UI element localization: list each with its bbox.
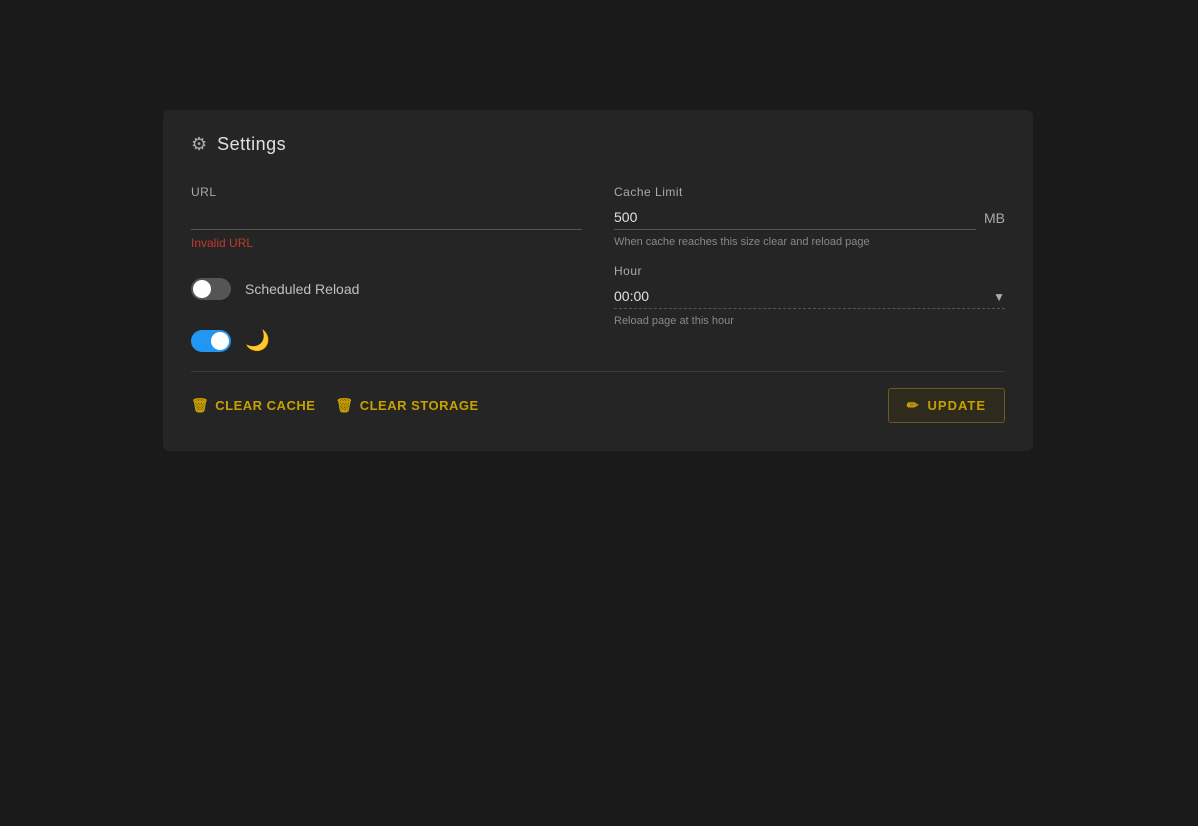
settings-title: Settings <box>217 134 286 155</box>
clear-cache-label: CLEAR CACHE <box>215 398 315 413</box>
hour-helper: Reload page at this hour <box>614 315 1005 327</box>
update-button[interactable]: ✏ UPDATE <box>888 388 1005 423</box>
url-field-group: URL Invalid URL <box>191 185 582 250</box>
scheduled-reload-label: Scheduled Reload <box>245 281 359 297</box>
scheduled-reload-toggle[interactable] <box>191 278 231 300</box>
clear-storage-button[interactable]: 🗑 CLEAR STORAGE <box>335 393 478 418</box>
url-error: Invalid URL <box>191 236 582 250</box>
clear-cache-button[interactable]: 🗑 CLEAR CACHE <box>191 393 315 418</box>
hour-group: Hour 00:0001:0002:0003:0004:0005:0006:00… <box>614 264 1005 327</box>
bottom-row: 🗑 CLEAR CACHE 🗑 CLEAR STORAGE ✏ UPDATE <box>191 388 1005 423</box>
hour-select[interactable]: 00:0001:0002:0003:0004:0005:0006:0007:00… <box>614 284 1005 309</box>
settings-panel: ⚙ Settings URL Invalid URL Scheduled Rel… <box>163 110 1033 451</box>
cache-limit-row: MB <box>614 205 1005 230</box>
dark-mode-knob <box>211 332 229 350</box>
settings-body: URL Invalid URL Scheduled Reload 🌙 <box>191 185 1005 353</box>
hour-select-wrapper: 00:0001:0002:0003:0004:0005:0006:0007:00… <box>614 284 1005 309</box>
right-column: Cache Limit MB When cache reaches this s… <box>614 185 1005 353</box>
url-label: URL <box>191 185 582 199</box>
left-column: URL Invalid URL Scheduled Reload 🌙 <box>191 185 582 353</box>
cache-limit-group: Cache Limit MB When cache reaches this s… <box>614 185 1005 248</box>
url-input[interactable] <box>191 205 582 230</box>
gear-icon: ⚙ <box>191 134 207 155</box>
dark-mode-toggle[interactable] <box>191 330 231 352</box>
trash-icon-storage: 🗑 <box>335 397 353 414</box>
cache-unit-label: MB <box>984 210 1005 230</box>
settings-header: ⚙ Settings <box>191 134 1005 161</box>
cache-limit-helper: When cache reaches this size clear and r… <box>614 236 1005 248</box>
toggle-knob <box>193 280 211 298</box>
divider <box>191 371 1005 372</box>
action-buttons: 🗑 CLEAR CACHE 🗑 CLEAR STORAGE <box>191 393 479 418</box>
scheduled-reload-row: Scheduled Reload <box>191 278 582 300</box>
hour-label: Hour <box>614 264 1005 278</box>
update-icon: ✏ <box>907 397 920 414</box>
update-label: UPDATE <box>928 398 986 413</box>
trash-icon-cache: 🗑 <box>191 397 209 414</box>
clear-storage-label: CLEAR STORAGE <box>360 398 479 413</box>
dark-mode-row: 🌙 <box>191 328 582 353</box>
cache-limit-label: Cache Limit <box>614 185 1005 199</box>
cache-limit-input[interactable] <box>614 205 976 230</box>
moon-icon: 🌙 <box>245 328 270 353</box>
